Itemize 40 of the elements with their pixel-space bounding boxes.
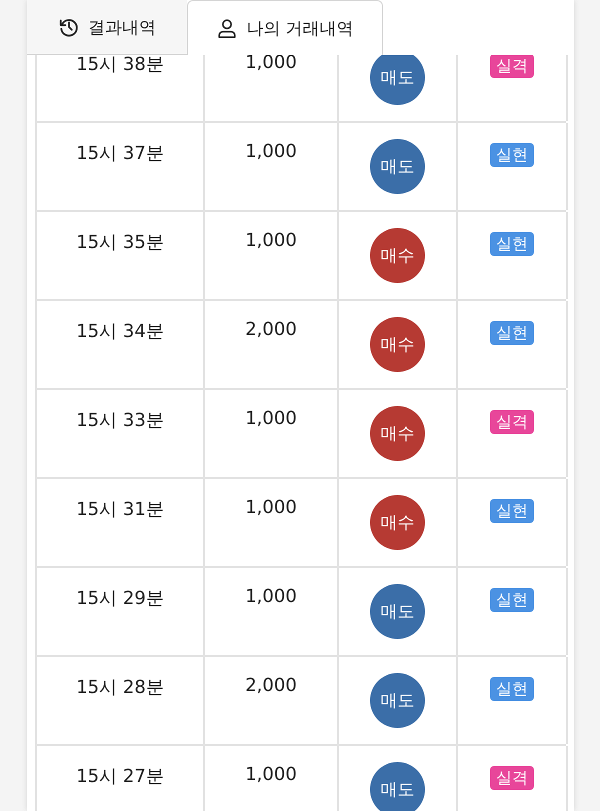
trade-side-badge: 매수 xyxy=(370,317,425,372)
time-text: 15시 28분 xyxy=(76,676,164,699)
result-badge: 실현 xyxy=(490,677,534,701)
result-badge: 실격 xyxy=(490,55,534,78)
tab[interactable]: 결과내역 xyxy=(27,0,187,55)
amount-text: 1,000 xyxy=(245,497,297,518)
result-badge: 실현 xyxy=(490,499,534,523)
time-text: 15시 35분 xyxy=(76,231,164,254)
trade-side-badge: 매도 xyxy=(370,584,425,639)
result-badge: 실현 xyxy=(490,588,534,612)
amount-text: 1,000 xyxy=(245,55,297,73)
trade-side-badge: 매도 xyxy=(370,139,425,194)
amount-text: 1,000 xyxy=(245,764,297,785)
trade-side-badge: 매수 xyxy=(370,495,425,550)
amount-text: 1,000 xyxy=(245,586,297,607)
time-text: 15시 27분 xyxy=(76,765,164,788)
time-text: 15시 29분 xyxy=(76,587,164,610)
result-badge: 실현 xyxy=(490,321,534,345)
person-icon xyxy=(216,17,238,39)
trade-side-badge: 매수 xyxy=(370,228,425,283)
time-text: 15시 31분 xyxy=(76,498,164,521)
time-text: 15시 38분 xyxy=(76,55,164,76)
trade-side-badge: 매도 xyxy=(370,55,425,105)
result-badge: 실격 xyxy=(490,410,534,434)
result-badge: 실현 xyxy=(490,143,534,167)
result-badge: 실현 xyxy=(490,232,534,256)
time-text: 15시 33분 xyxy=(76,409,164,432)
trade-side-badge: 매도 xyxy=(370,762,425,811)
time-text: 15시 37분 xyxy=(76,142,164,165)
amount-text: 1,000 xyxy=(245,408,297,429)
time-text: 15시 34분 xyxy=(76,320,164,343)
amount-text: 1,000 xyxy=(245,230,297,251)
tab[interactable]: 나의 거래내역 xyxy=(187,0,383,55)
history-icon xyxy=(58,16,80,38)
amount-text: 2,000 xyxy=(245,319,297,340)
trade-side-badge: 매수 xyxy=(370,406,425,461)
amount-text: 2,000 xyxy=(245,675,297,696)
trade-side-badge: 매도 xyxy=(370,673,425,728)
amount-text: 1,000 xyxy=(245,141,297,162)
result-badge: 실격 xyxy=(490,766,534,790)
